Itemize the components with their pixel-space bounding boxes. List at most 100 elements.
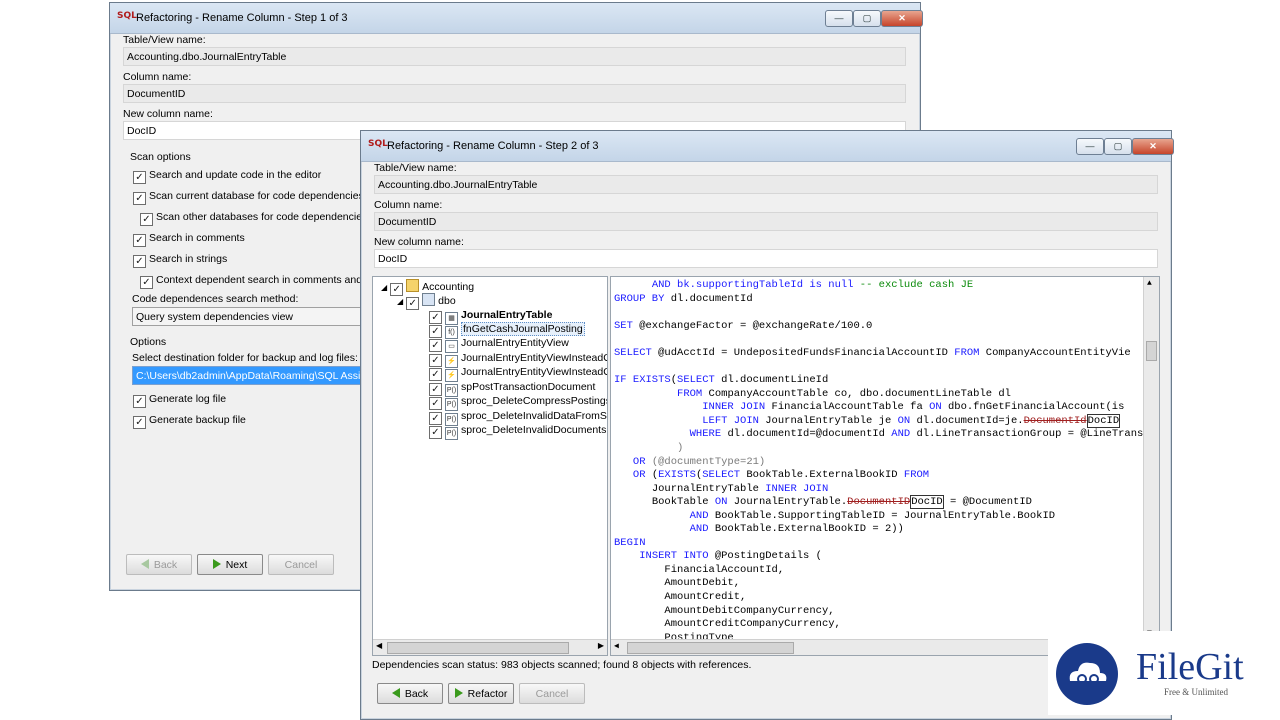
minimize-button[interactable]: — bbox=[825, 10, 853, 27]
app-icon: SQL bbox=[117, 11, 137, 21]
tree-item[interactable]: ✓ P() sproc_DeleteInvalidDocuments bbox=[429, 423, 606, 440]
destination-folder-input[interactable]: C:\Users\db2admin\AppData\Roaming\SQL As… bbox=[132, 366, 362, 385]
code-line: ) bbox=[677, 442, 684, 454]
code-line: FinancialAccountId, bbox=[664, 564, 785, 576]
schema-icon bbox=[422, 293, 436, 306]
checkbox-checked-icon: ✓ bbox=[133, 255, 146, 268]
code-line: AmountDebitCompanyCurrency, bbox=[664, 605, 835, 617]
checkbox-checked-icon: ✓ bbox=[133, 395, 146, 408]
tree-node-database[interactable]: ◢ ✓ Accounting bbox=[381, 279, 474, 296]
checkbox-checked-icon: ✓ bbox=[133, 171, 146, 184]
code-line: BookTable ON JournalEntryTable.DocumentI… bbox=[651, 495, 1032, 509]
tree-item[interactable]: ✓ ⚡ JournalEntryEntityViewInsteadOf bbox=[429, 351, 607, 368]
code-vertical-scrollbar[interactable]: ▲ ▼ bbox=[1143, 277, 1159, 640]
column-name-field[interactable]: DocumentID bbox=[123, 84, 906, 103]
window-title: Refactoring - Rename Column - Step 2 of … bbox=[387, 140, 599, 152]
scroll-left-icon[interactable]: ◀ bbox=[614, 641, 619, 651]
filegit-watermark: FileGit Free & Unlimited bbox=[1048, 631, 1270, 715]
table-name-field[interactable]: Accounting.dbo.JournalEntryTable bbox=[374, 175, 1158, 194]
scroll-thumb[interactable] bbox=[387, 642, 569, 654]
options-label: Options bbox=[130, 336, 167, 348]
procedure-icon: P() bbox=[445, 427, 458, 440]
tree-item[interactable]: ✓ ▭ JournalEntryEntityView bbox=[429, 336, 569, 353]
column-name-field[interactable]: DocumentID bbox=[374, 212, 1158, 231]
checkbox-checked-icon: ✓ bbox=[133, 234, 146, 247]
maximize-button[interactable]: ▢ bbox=[853, 10, 881, 27]
scan-status-text: Dependencies scan status: 983 objects sc… bbox=[372, 659, 752, 671]
maximize-button[interactable]: ▢ bbox=[1104, 138, 1132, 155]
search-method-label: Code dependences search method: bbox=[132, 293, 299, 305]
filegit-logo-icon bbox=[1056, 643, 1118, 705]
close-button[interactable]: ✕ bbox=[881, 10, 923, 27]
code-line: SELECT @udAcctId = UndepositedFundsFinan… bbox=[614, 347, 1131, 359]
dependency-tree[interactable]: ◢ ✓ Accounting ◢ ✓ dbo ✓ ▦ JournalEntryTable ✓… bbox=[372, 276, 608, 656]
cancel-button[interactable]: Cancel bbox=[519, 683, 585, 704]
scroll-thumb[interactable] bbox=[1146, 341, 1157, 361]
destination-folder-label: Select destination folder for backup and… bbox=[132, 352, 358, 364]
code-line: AND BookTable.SupportingTableID = Journa… bbox=[689, 510, 1056, 522]
tree-horizontal-scrollbar[interactable]: ◀ ▶ bbox=[373, 639, 607, 655]
refactor-button[interactable]: Refactor bbox=[448, 683, 514, 704]
table-name-label: Table/View name: bbox=[374, 162, 457, 174]
code-line: JournalEntryTable INNER JOIN bbox=[651, 483, 829, 495]
search-editor-checkbox[interactable]: ✓ Search and update code in the editor bbox=[133, 168, 321, 184]
table-name-field[interactable]: Accounting.dbo.JournalEntryTable bbox=[123, 47, 906, 66]
generate-log-checkbox[interactable]: ✓ Generate log file bbox=[133, 392, 226, 408]
scroll-thumb[interactable] bbox=[627, 642, 794, 654]
code-line: GROUP BY dl.documentId bbox=[614, 293, 753, 305]
generate-backup-checkbox[interactable]: ✓ Generate backup file bbox=[133, 413, 246, 429]
code-line: BEGIN bbox=[614, 537, 646, 549]
next-button[interactable]: Next bbox=[197, 554, 263, 575]
code-line: OR (@documentType=21) bbox=[632, 456, 766, 468]
table-name-label: Table/View name: bbox=[123, 34, 206, 46]
title-bar: SQL Refactoring - Rename Column - Step 2… bbox=[361, 131, 1174, 162]
code-line: AND BookTable.ExternalBookID = 2)) bbox=[689, 523, 904, 535]
back-button[interactable]: Back bbox=[377, 683, 443, 704]
code-line: LEFT JOIN JournalEntryTable je ON dl.doc… bbox=[702, 414, 1121, 428]
checkbox-checked-icon[interactable]: ✓ bbox=[429, 426, 442, 439]
scan-other-db-checkbox[interactable]: ✓ Scan other databases for code dependenc… bbox=[140, 210, 367, 226]
tree-item[interactable]: ✓P()sproc_DeleteCompressPostingsHe bbox=[429, 394, 607, 411]
code-line: SET @exchangeFactor = @exchangeRate/100.… bbox=[614, 320, 873, 332]
scan-current-db-checkbox[interactable]: ✓ Scan current database for code dependen… bbox=[133, 189, 364, 205]
tree-item[interactable]: ✓ P() spPostTransactionDocument bbox=[429, 380, 595, 397]
new-column-name-label: New column name: bbox=[123, 108, 213, 120]
new-column-name-label: New column name: bbox=[374, 236, 464, 248]
code-line: AmountCreditCompanyCurrency, bbox=[664, 618, 841, 630]
code-preview-panel[interactable]: AND bk.supportingTableId is null -- excl… bbox=[610, 276, 1160, 656]
back-arrow-icon bbox=[140, 559, 149, 569]
minimize-button[interactable]: — bbox=[1076, 138, 1104, 155]
search-comments-checkbox[interactable]: ✓ Search in comments bbox=[133, 231, 245, 247]
tree-item[interactable]: ✓ ▦ JournalEntryTable bbox=[429, 308, 552, 325]
scroll-left-icon[interactable]: ◀ bbox=[376, 641, 382, 650]
checkbox-checked-icon[interactable]: ✓ bbox=[406, 297, 420, 310]
filegit-name: FileGit bbox=[1136, 646, 1244, 688]
code-line: WHERE dl.documentId=@documentId AND dl.L… bbox=[689, 428, 1144, 440]
cancel-button[interactable]: Cancel bbox=[268, 554, 334, 575]
refactor-arrow-icon bbox=[454, 688, 463, 698]
search-method-select[interactable]: Query system dependencies view bbox=[132, 307, 362, 326]
code-line: IF EXISTS(SELECT dl.documentLineId bbox=[614, 374, 829, 386]
expand-arrow-icon[interactable]: ◢ bbox=[397, 297, 403, 306]
tree-node-schema[interactable]: ◢ ✓ dbo bbox=[397, 293, 456, 310]
code-line: INNER JOIN FinancialAccountTable fa ON d… bbox=[702, 401, 1125, 413]
scroll-up-icon[interactable]: ▲ bbox=[1147, 279, 1152, 288]
database-icon bbox=[406, 279, 420, 292]
context-search-checkbox[interactable]: ✓ Context dependent search in comments an… bbox=[140, 273, 377, 289]
expand-arrow-icon[interactable]: ◢ bbox=[381, 283, 387, 292]
code-line: OR (EXISTS(SELECT BookTable.ExternalBook… bbox=[632, 469, 930, 481]
code-line: AmountCredit, bbox=[664, 591, 747, 603]
checkbox-checked-icon: ✓ bbox=[133, 416, 146, 429]
column-name-label: Column name: bbox=[374, 199, 443, 211]
search-strings-checkbox[interactable]: ✓ Search in strings bbox=[133, 252, 227, 268]
new-column-name-input[interactable]: DocID bbox=[374, 249, 1158, 268]
tree-item[interactable]: ✓ ⚡ JournalEntryEntityViewInsteadOf bbox=[429, 365, 607, 382]
tree-item[interactable]: ✓ P() sproc_DeleteInvalidDataFromSBA bbox=[429, 409, 607, 426]
close-button[interactable]: ✕ bbox=[1132, 138, 1174, 155]
tree-item[interactable]: ✓ f() fnGetCashJournalPosting bbox=[429, 322, 585, 339]
checkbox-checked-icon: ✓ bbox=[133, 192, 146, 205]
back-button[interactable]: Back bbox=[126, 554, 192, 575]
scroll-right-icon[interactable]: ▶ bbox=[598, 641, 604, 650]
checkbox-checked-icon: ✓ bbox=[140, 276, 153, 289]
code-line: AND bk.supportingTableId is null -- excl… bbox=[651, 279, 974, 291]
